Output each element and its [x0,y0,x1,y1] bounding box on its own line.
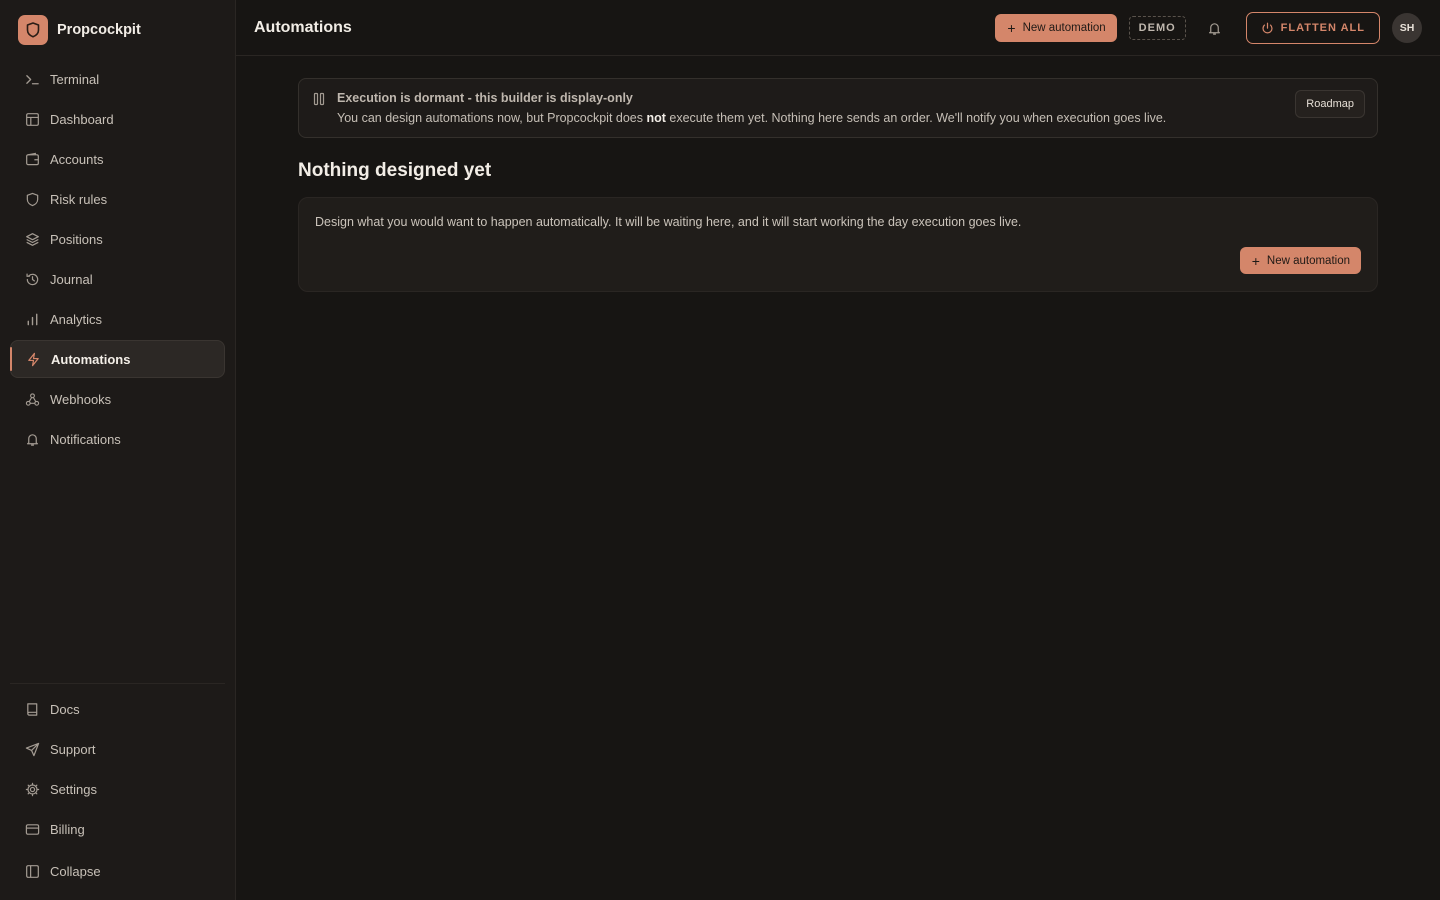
avatar[interactable]: SH [1392,13,1422,43]
topbar: Automations + New automation DEMO FLATTE… [236,0,1440,56]
sidebar-item-docs[interactable]: Docs [10,690,225,728]
sidebar-item-positions[interactable]: Positions [10,220,225,258]
notice-body: You can design automations now, but Prop… [337,111,1166,125]
dashboard-icon [24,111,40,127]
sidebar-item-dashboard[interactable]: Dashboard [10,100,225,138]
terminal-icon [24,71,40,87]
sidebar-item-label: Automations [51,351,131,367]
sidebar-item-accounts[interactable]: Accounts [10,140,225,178]
bell-icon[interactable] [1204,17,1226,39]
notice-title: Execution is dormant - this builder is d… [337,91,633,105]
demo-badge: DEMO [1128,16,1186,40]
bell-icon [24,431,40,447]
layers-icon [24,231,40,247]
plus-icon: + [1007,20,1016,36]
plus-icon: + [1251,252,1260,269]
sidebar-item-label: Journal [50,271,93,287]
notice-body-bold: not [646,111,666,125]
empty-state-text: Design what you would want to happen aut… [315,215,1022,229]
flatten-all-label: FLATTEN ALL [1280,22,1365,34]
sidebar-item-label: Analytics [50,311,103,327]
sidebar-item-label: Dashboard [50,111,114,127]
webhook-icon [24,391,40,407]
book-icon [24,701,40,717]
pause-icon [313,92,325,111]
notice-body-prefix: You can design automations now, but Prop… [337,111,647,125]
sidebar-item-label: Webhooks [50,391,112,407]
sidebar-item-webhooks[interactable]: Webhooks [10,380,225,418]
roadmap-button[interactable]: Roadmap [1295,90,1365,118]
empty-state-title: Nothing designed yet [298,160,492,181]
sidebar-item-risk-rules[interactable]: Risk rules [10,180,225,218]
wallet-icon [24,151,40,167]
sidebar-collapse-icon [24,863,40,879]
sidebar-item-settings[interactable]: Settings [10,770,225,808]
new-automation-button[interactable]: + New automation [995,14,1117,42]
sidebar-bottom-nav: Docs Support Settings Billing Collapse [10,683,225,892]
new-automation-button[interactable]: + New automation [1239,247,1361,274]
lightning-icon [25,351,41,367]
sidebar-item-collapse[interactable]: Collapse [10,852,225,890]
sidebar-item-billing[interactable]: Billing [10,810,225,848]
sidebar-item-terminal[interactable]: Terminal [10,60,225,98]
brand-name: Propcockpit [57,22,141,38]
send-icon [24,741,40,757]
history-icon [24,271,40,287]
brand[interactable]: Propcockpit [0,0,235,60]
app-root: Propcockpit Terminal Dashboard Accounts [0,0,1440,900]
sidebar-item-label: Positions [50,231,103,247]
flatten-all-button[interactable]: FLATTEN ALL [1245,12,1380,44]
topbar-actions: + New automation DEMO FLATTEN ALL SH [995,0,1422,56]
notice-body-suffix: execute them yet. Nothing here sends an … [665,111,1167,125]
bar-chart-icon [24,311,40,327]
content: Execution is dormant - this builder is d… [236,56,1440,292]
sidebar-item-analytics[interactable]: Analytics [10,300,225,338]
shield-logo-icon [18,15,48,45]
page-title: Automations [254,18,352,36]
sidebar-item-notifications[interactable]: Notifications [10,420,225,458]
sidebar-item-label: Terminal [50,71,100,87]
gear-icon [24,781,40,797]
sidebar-item-label: Docs [50,701,80,717]
sidebar-item-label: Billing [50,821,85,837]
sidebar-item-label: Support [50,741,96,757]
credit-card-icon [24,821,40,837]
shield-icon [24,191,40,207]
sidebar-item-automations[interactable]: Automations [10,340,225,378]
sidebar-item-label: Risk rules [50,191,108,207]
main-area: Automations + New automation DEMO FLATTE… [236,0,1440,900]
new-automation-label: New automation [1022,22,1106,34]
sidebar: Propcockpit Terminal Dashboard Accounts [0,0,236,900]
sidebar-item-label: Accounts [50,151,104,167]
sidebar-item-label: Settings [50,781,97,797]
new-automation-label: New automation [1266,254,1350,267]
sidebar-item-label: Collapse [50,863,101,879]
notice-text: Execution is dormant - this builder is d… [337,91,1166,125]
sidebar-nav: Terminal Dashboard Accounts Risk rules P… [0,60,235,460]
empty-state-card: Design what you would want to happen aut… [298,197,1378,292]
sidebar-item-label: Notifications [50,431,121,447]
power-icon [1261,22,1274,35]
sidebar-item-support[interactable]: Support [10,730,225,768]
dormant-notice: Execution is dormant - this builder is d… [298,78,1378,138]
sidebar-item-journal[interactable]: Journal [10,260,225,298]
